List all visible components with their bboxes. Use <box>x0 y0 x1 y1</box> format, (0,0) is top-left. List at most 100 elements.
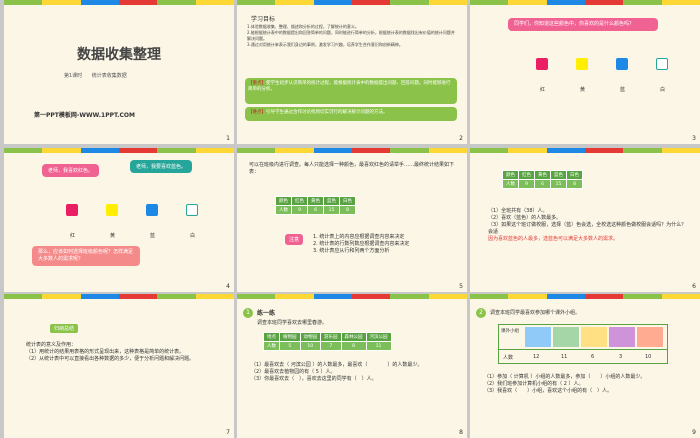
color-label-red: 红 <box>70 233 76 239</box>
exercise-heading: 调查本班同学最喜欢参加哪个课外小组。 <box>490 310 581 316</box>
question-bubble: 同学们，你知道这些颜色中，你喜欢的是什么颜色吗？ <box>508 18 658 31</box>
slide-8[interactable]: 1 练一练 调查本班同学喜欢去哪里春游。 地点 植物园 动物园 游乐园 森林公园 河滨公园… <box>237 294 467 438</box>
question-3: （3）如果这个班订做校服，选择（蓝）色会选，全校选这种颜色做校服会适吗？为什么？… <box>488 222 687 235</box>
activity-image-3 <box>581 327 607 347</box>
white-swatch <box>656 58 668 70</box>
key-tag: 【重点】 <box>248 81 266 86</box>
section-heading: 学习目标 <box>251 16 276 23</box>
color-label-red: 红 <box>540 87 546 93</box>
activity-image-4 <box>609 327 635 347</box>
table-cell: 12 <box>533 354 540 360</box>
color-bar <box>470 294 700 299</box>
note-1: 1. 统计表上的内容应根据调查内容来决定 <box>313 234 405 240</box>
color-bar <box>470 0 700 5</box>
color-label-blue: 蓝 <box>620 87 626 93</box>
color-bar <box>4 294 234 299</box>
blue-swatch <box>616 58 628 70</box>
yellow-swatch <box>576 58 588 70</box>
color-bar <box>237 148 467 153</box>
summary-line-1: 统计表的意义及作用： <box>26 342 77 348</box>
goal-2: 2.能根据统计表中的数据提出和回答简单的问题，同时能进行简单的分析，根据统计表的… <box>247 30 455 41</box>
activity-image-5 <box>637 327 663 347</box>
question-3: （3）我喜欢（ ）小组，喜欢这个小组的有（ ）人。 <box>484 388 613 394</box>
note-3: 3. 统计表应从行和列两个方面分析 <box>313 248 390 254</box>
exercise-heading: 练一练 <box>257 310 276 317</box>
intro-text: 调查本班同学喜欢去哪里春游。 <box>257 320 328 326</box>
slide-7[interactable]: 归纳总结 统计表的意义及作用： （1）用统计的结果用表格的形式呈现出来，这种表格… <box>4 294 234 438</box>
yellow-swatch <box>106 204 118 216</box>
color-bar <box>4 148 234 153</box>
data-table: 颜色 红色 黄色 蓝色 白色 人数 9 6 15 8 <box>502 170 583 189</box>
summary-tag: 归纳总结 <box>50 324 79 333</box>
question-2: （2）我们班参加计算机小组的有（ 2 ）人。 <box>484 381 584 387</box>
note-badge: 注意 <box>285 234 304 245</box>
question-2: （2）最喜欢去植物园的有（ 5 ）人。 <box>251 369 336 375</box>
slide-4[interactable]: 老师，我喜欢红色。 老师，我要喜欢蓝色。 红 黄 蓝 白 那么，应该如何选择班级… <box>4 148 234 292</box>
summary-line-3: （2）从统计表中可以直接看出各种数据的多少，便于分析问题和解决问题。 <box>26 356 195 362</box>
color-label-yellow: 黄 <box>580 87 586 93</box>
speech-bubble-blue: 老师，我要喜欢蓝色。 <box>130 160 193 173</box>
slide-title: 数据收集整理 <box>77 47 161 63</box>
key-text: 使学生初步认识简单的统计过程，能根据统计表中的数据提出问题、回答问题。同时能够进… <box>248 81 451 92</box>
speech-bubble-red: 老师，我喜欢红色。 <box>42 164 100 177</box>
data-table: 颜色 红色 黄色 蓝色 白色 人数 9 6 15 8 <box>275 196 356 215</box>
answer-text: 因为喜欢蓝色的人最多，选蓝色可以满足大多数人的需求。 <box>488 236 619 242</box>
slide-grid: 数据收集整理 第1课时 统计表收集数据 第一PPT模板网-WWW.1PPT.CO… <box>0 0 700 438</box>
white-swatch <box>186 204 198 216</box>
question-1: （1）全班共有（38）人。 <box>488 208 548 214</box>
data-table: 地点 植物园 动物园 游乐园 森林公园 河滨公园 人数 5 10 7 8 11 <box>263 332 392 351</box>
note-2: 2. 统计表的行数列数应根据调查内容来决定 <box>313 241 410 247</box>
slide-number: 9 <box>692 429 696 436</box>
difficulty-tag: 【难点】 <box>248 110 266 115</box>
slide-2[interactable]: 学习目标 1.体验数据收集、整理、描述和分析的过程，了解统计的意义。 2.能根据… <box>237 0 467 144</box>
exercise-badge: 1 <box>243 308 253 318</box>
slide-number: 5 <box>459 283 463 290</box>
slide-number: 1 <box>226 135 230 142</box>
footer-text: 第一PPT模板网-WWW.1PPT.COM <box>34 112 135 119</box>
question-2: （2）喜欢（蓝色）的人数最多。 <box>488 215 562 221</box>
activity-image-1 <box>525 327 551 347</box>
slide-5[interactable]: 可以在班级内进行调查。每人只能选择一种颜色，最喜欢红色的请举手……最终统计结果如… <box>237 148 467 292</box>
question-1: （1）参加（ 计算机 ）小组的人数最多，参加（ ）小组的人数最少。 <box>484 374 646 380</box>
goal-3: 3.通过对用统计来表示我们身边的事例，激发学习兴趣，培养学生合作意识和创新精神。 <box>247 42 403 47</box>
color-bar <box>470 148 700 153</box>
slide-number: 6 <box>692 283 696 290</box>
activity-image-2 <box>553 327 579 347</box>
color-bar <box>237 0 467 5</box>
color-label-blue: 蓝 <box>150 233 156 239</box>
slide-number: 2 <box>459 135 463 142</box>
question-bubble: 那么，应该如何选择班级颜色呢？怎样满足大多数人的需求呢？ <box>32 246 140 266</box>
slide-number: 4 <box>226 283 230 290</box>
red-swatch <box>66 204 78 216</box>
slide-3[interactable]: 同学们，你知道这些颜色中，你喜欢的是什么颜色吗？ 红 黄 蓝 白 3 <box>470 0 700 144</box>
row-label: 人数 <box>503 355 514 361</box>
slide-number: 3 <box>692 135 696 142</box>
lesson-label: 第1课时 <box>64 73 83 79</box>
table-cell: 11 <box>561 354 568 360</box>
question-1: （1）最喜欢去（ 河滨公园 ）的人数最多，最喜欢（ ）的人数最少。 <box>251 362 423 368</box>
exercise-badge: 2 <box>476 308 486 318</box>
activity-table: 课外小组 人数 12 11 6 3 10 <box>498 324 668 364</box>
table-cell: 10 <box>645 354 652 360</box>
color-bar <box>4 0 234 5</box>
difficulty-box: 【难点】引导学生通过合作讨论找到切实可行的解决统计问题的方法。 <box>245 107 457 121</box>
question-3: （3）你最喜欢去（ ），喜欢去这里的同学有（ ）人。 <box>251 376 377 382</box>
slide-9[interactable]: 2 调查本班同学最喜欢参加哪个课外小组。 课外小组 人数 12 11 6 3 1… <box>470 294 700 438</box>
key-point-box: 【重点】使学生初步认识简单的统计过程，能根据统计表中的数据提出问题、回答问题。同… <box>245 78 457 104</box>
lesson-subtitle: 统计表收集数据 <box>91 73 127 79</box>
red-swatch <box>536 58 548 70</box>
table-header-label: 课外小组 <box>501 329 519 334</box>
slide-6[interactable]: 颜色 红色 黄色 蓝色 白色 人数 9 6 15 8 （1）全班共有（38）人。 （2）喜欢（蓝… <box>470 148 700 292</box>
slide-number: 8 <box>459 429 463 436</box>
intro-text: 可以在班级内进行调查。每人只能选择一种颜色，最喜欢红色的请举手……最终统计结果如… <box>249 162 455 175</box>
blue-swatch <box>146 204 158 216</box>
difficulty-text: 引导学生通过合作讨论找到切实可行的解决统计问题的方法。 <box>266 110 388 115</box>
color-bar <box>237 294 467 299</box>
color-label-yellow: 黄 <box>110 233 116 239</box>
table-cell: 6 <box>591 354 595 360</box>
slide-number: 7 <box>226 429 230 436</box>
slide-1[interactable]: 数据收集整理 第1课时 统计表收集数据 第一PPT模板网-WWW.1PPT.CO… <box>4 0 234 144</box>
color-label-white: 白 <box>660 87 666 93</box>
table-cell: 3 <box>619 354 623 360</box>
summary-line-2: （1）用统计的结果用表格的形式呈现出来，这种表格是简单的统计表。 <box>26 349 185 355</box>
